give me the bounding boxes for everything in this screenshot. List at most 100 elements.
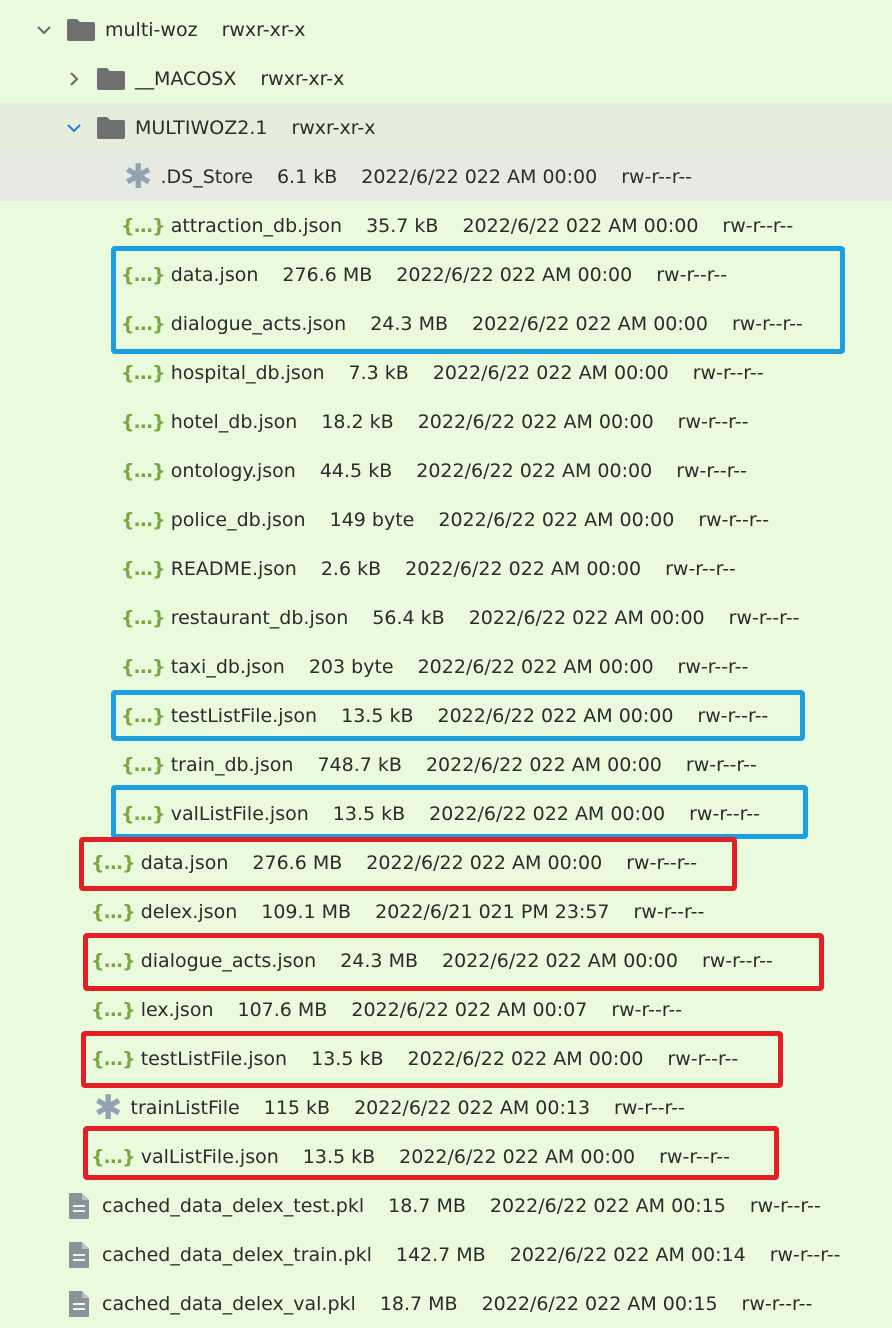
tree-row-date: 2022/6/22 022 AM 00:00	[442, 949, 678, 972]
tree-row-file[interactable]: {...} dialogue_acts.json 24.3 MB 2022/6/…	[0, 936, 892, 985]
tree-row-date: 2022/6/22 022 AM 00:00	[405, 557, 642, 580]
tree-row-name: train_db.json	[170, 753, 294, 776]
tree-row-size: 748.7 kB	[317, 753, 402, 776]
tree-row-name: testListFile.json	[170, 704, 318, 727]
tree-row-size: 276.6 MB	[282, 263, 373, 286]
tree-row-date: 2022/6/22 022 AM 00:00	[429, 802, 666, 825]
tree-row-file[interactable]: {...} train_db.json 748.7 kB 2022/6/22 0…	[0, 740, 892, 789]
tree-row-perm: rwxr-xr-x	[260, 67, 345, 90]
tree-row-perm: rw-r--r--	[689, 802, 760, 825]
asterisk-icon: ✱	[124, 156, 153, 197]
tree-row-date: 2022/6/22 022 AM 00:00	[399, 1145, 636, 1168]
tree-row-size: 18.7 MB	[388, 1194, 466, 1217]
tree-row-perm: rw-r--r--	[665, 557, 736, 580]
tree-row-name: cached_data_delex_val.pkl	[102, 1292, 356, 1315]
tree-row-date: 2022/6/22 022 AM 00:14	[509, 1243, 746, 1266]
json-icon: {...}	[121, 263, 166, 286]
tree-row-size: 13.5 kB	[311, 1047, 384, 1070]
tree-row-size: 24.3 MB	[370, 312, 448, 335]
tree-row-perm: rw-r--r--	[621, 165, 693, 188]
tree-row-file[interactable]: {...} testListFile.json 13.5 kB 2022/6/2…	[0, 691, 892, 740]
folder-icon	[97, 67, 125, 90]
tree-row-file[interactable]: {...} valListFile.json 13.5 kB 2022/6/22…	[0, 789, 892, 838]
json-icon: {...}	[91, 998, 136, 1021]
json-icon: {...}	[91, 1047, 136, 1070]
tree-row-perm: rw-r--r--	[677, 410, 749, 433]
tree-row-file[interactable]: ✱ trainListFile 115 kB 2022/6/22 022 AM …	[0, 1083, 892, 1132]
tree-row-file[interactable]: {...} police_db.json 149 byte 2022/6/22 …	[0, 495, 892, 544]
tree-row-perm: rw-r--r--	[626, 851, 698, 874]
tree-row-date: 2022/6/22 022 AM 00:00	[462, 214, 699, 237]
file-icon	[66, 1241, 92, 1269]
tree-row-size: 115 kB	[263, 1096, 331, 1119]
tree-row-file[interactable]: cached_data_delex_train.pkl 142.7 MB 202…	[0, 1230, 892, 1279]
chevron-right-icon[interactable]	[66, 71, 82, 87]
tree-row-name: cached_data_delex_train.pkl	[102, 1243, 372, 1266]
tree-row-folder[interactable]: __MACOSX rwxr-xr-x	[0, 54, 892, 103]
json-icon: {...}	[121, 655, 166, 678]
tree-row-perm: rw-r--r--	[614, 1096, 685, 1119]
tree-row-file[interactable]: {...} attraction_db.json 35.7 kB 2022/6/…	[0, 201, 892, 250]
tree-row-folder[interactable]: MULTIWOZ2.1 rwxr-xr-x	[0, 103, 892, 152]
json-icon: {...}	[121, 753, 166, 776]
tree-row-perm: rw-r--r--	[685, 753, 757, 776]
tree-row-size: 2.6 kB	[320, 557, 382, 580]
tree-row-name: hospital_db.json	[170, 361, 325, 384]
tree-row-size: 7.3 kB	[348, 361, 409, 384]
tree-row-file[interactable]: {...} data.json 276.6 MB 2022/6/22 022 A…	[0, 838, 892, 887]
chevron-down-icon[interactable]	[66, 120, 82, 136]
tree-row-file[interactable]: {...} lex.json 107.6 MB 2022/6/22 022 AM…	[0, 985, 892, 1034]
tree-row-perm: rw-r--r--	[731, 312, 803, 335]
tree-row-perm: rw-r--r--	[728, 606, 800, 629]
tree-row-date: 2022/6/22 022 AM 00:15	[481, 1292, 718, 1315]
tree-row-name: police_db.json	[170, 508, 306, 531]
tree-row-name: multi-woz	[105, 18, 198, 41]
tree-row-date: 2022/6/22 022 AM 00:00	[468, 606, 705, 629]
tree-row-date: 2022/6/22 022 AM 00:00	[417, 655, 654, 678]
json-icon: {...}	[121, 606, 166, 629]
tree-row-file[interactable]: cached_data_delex_test.pkl 18.7 MB 2022/…	[0, 1181, 892, 1230]
tree-row-name: valListFile.json	[140, 1145, 279, 1168]
tree-row-perm: rw-r--r--	[741, 1292, 813, 1315]
tree-row-date: 2022/6/22 022 AM 00:00	[472, 312, 708, 335]
tree-row-file[interactable]: ✱ .DS_Store 6.1 kB 2022/6/22 022 AM 00:0…	[0, 152, 892, 201]
tree-row-perm: rwxr-xr-x	[291, 116, 376, 139]
tree-row-name: hotel_db.json	[170, 410, 298, 433]
tree-row-file[interactable]: {...} ontology.json 44.5 kB 2022/6/22 02…	[0, 446, 892, 495]
tree-row-name: valListFile.json	[170, 802, 309, 825]
chevron-down-icon[interactable]	[36, 22, 52, 38]
tree-row-perm: rw-r--r--	[698, 508, 770, 531]
tree-row-file[interactable]: {...} delex.json 109.1 MB 2022/6/21 021 …	[0, 887, 892, 936]
tree-row-perm: rw-r--r--	[676, 459, 748, 482]
tree-row-size: 276.6 MB	[252, 851, 343, 874]
tree-row-file[interactable]: cached_data_delex_val.pkl 18.7 MB 2022/6…	[0, 1279, 892, 1328]
tree-row-file[interactable]: {...} hospital_db.json 7.3 kB 2022/6/22 …	[0, 348, 892, 397]
tree-row-size: 203 byte	[308, 655, 394, 678]
tree-row-name: data.json	[170, 263, 259, 286]
tree-row-file[interactable]: {...} data.json 276.6 MB 2022/6/22 022 A…	[0, 250, 892, 299]
tree-row-perm: rw-r--r--	[769, 1243, 841, 1266]
tree-row-date: 2022/6/22 022 AM 00:07	[351, 998, 588, 1021]
tree-row-file[interactable]: {...} taxi_db.json 203 byte 2022/6/22 02…	[0, 642, 892, 691]
tree-row-file[interactable]: {...} restaurant_db.json 56.4 kB 2022/6/…	[0, 593, 892, 642]
tree-row-name: data.json	[140, 851, 229, 874]
tree-row-size: 149 byte	[329, 508, 415, 531]
json-icon: {...}	[121, 410, 166, 433]
tree-row-size: 13.5 kB	[341, 704, 414, 727]
tree-row-name: __MACOSX	[135, 67, 237, 90]
folder-icon	[97, 116, 125, 139]
tree-row-file[interactable]: {...} testListFile.json 13.5 kB 2022/6/2…	[0, 1034, 892, 1083]
tree-row-file[interactable]: {...} README.json 2.6 kB 2022/6/22 022 A…	[0, 544, 892, 593]
file-icon	[66, 1192, 92, 1220]
tree-row-date: 2022/6/22 022 AM 00:00	[438, 508, 675, 531]
tree-row-perm: rw-r--r--	[701, 949, 773, 972]
tree-row-date: 2022/6/22 022 AM 00:13	[354, 1096, 591, 1119]
tree-row-file[interactable]: {...} valListFile.json 13.5 kB 2022/6/22…	[0, 1132, 892, 1181]
tree-row-date: 2022/6/22 022 AM 00:00	[437, 704, 674, 727]
tree-row-size: 107.6 MB	[237, 998, 328, 1021]
tree-row-file[interactable]: {...} hotel_db.json 18.2 kB 2022/6/22 02…	[0, 397, 892, 446]
tree-row-folder[interactable]: multi-woz rwxr-xr-x	[0, 5, 892, 54]
tree-row-date: 2022/6/22 022 AM 00:00	[416, 459, 653, 482]
tree-row-perm: rwxr-xr-x	[221, 18, 306, 41]
tree-row-file[interactable]: {...} dialogue_acts.json 24.3 MB 2022/6/…	[0, 299, 892, 348]
